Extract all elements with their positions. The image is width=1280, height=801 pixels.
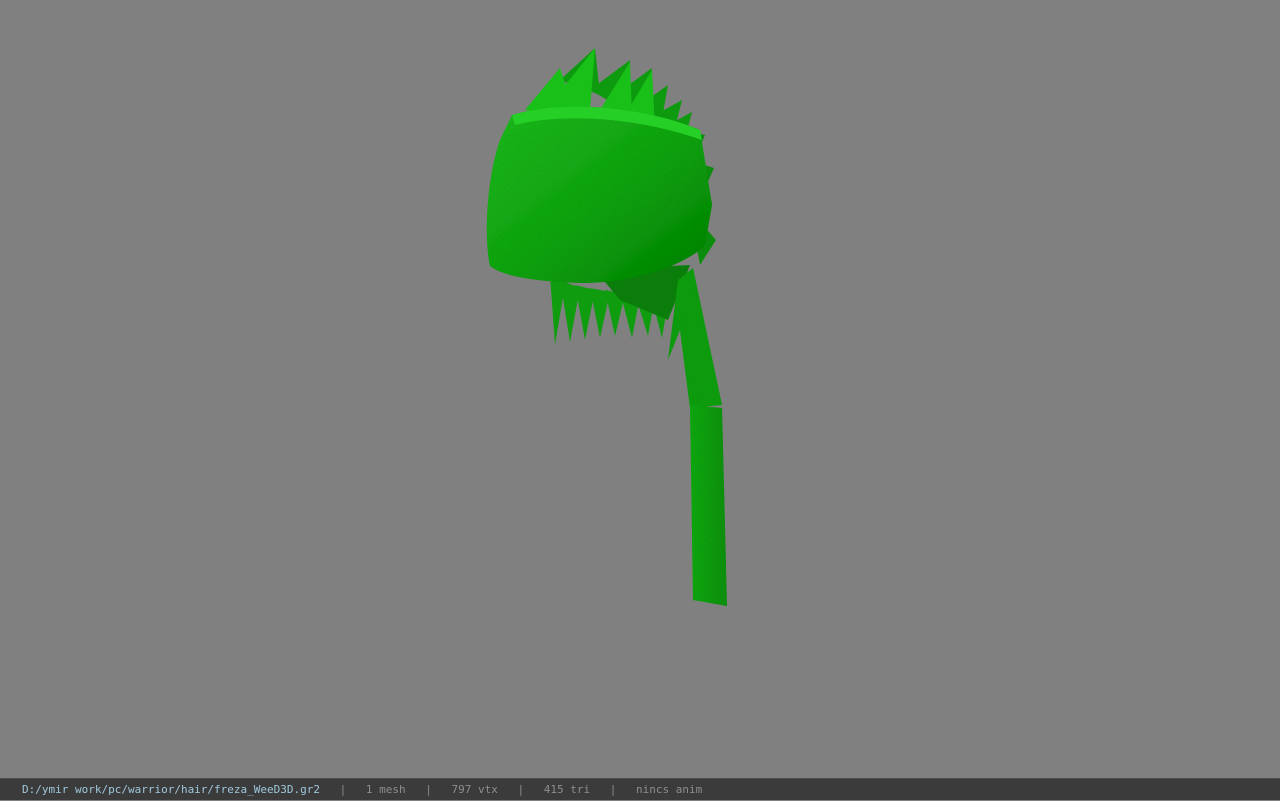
separator: | (517, 783, 525, 796)
vertex-count: 797 vtx (451, 783, 498, 796)
separator: | (339, 783, 347, 796)
mesh-count: 1 mesh (365, 783, 406, 796)
3d-viewport[interactable] (0, 0, 1280, 778)
separator: | (609, 783, 617, 796)
file-path: D:/ymir work/pc/warrior/hair/freza_WeeD3… (22, 783, 321, 796)
separator: | (425, 783, 432, 796)
hair-cap (486, 106, 712, 283)
status-bar: D:/ymir work/pc/warrior/hair/freza_WeeD3… (0, 778, 1280, 800)
hair-mesh-render (486, 48, 727, 606)
triangle-count: 415 tri (543, 783, 591, 796)
ponytail-lower (690, 405, 727, 606)
animation-status: nincs anim (635, 783, 703, 796)
